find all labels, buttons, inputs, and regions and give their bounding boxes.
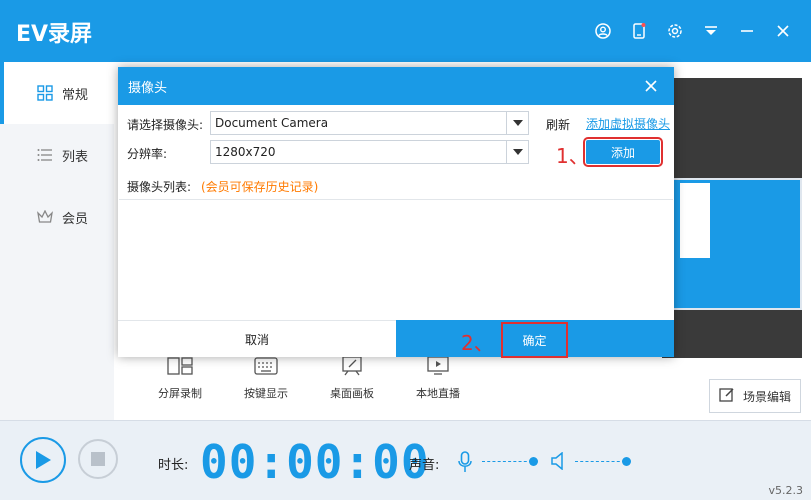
edit-icon bbox=[719, 387, 735, 406]
timer-display: 00:00:00 bbox=[200, 435, 430, 489]
tool-keyboard-display[interactable]: 按键显示 bbox=[236, 355, 296, 401]
resolution-label: 分辨率: bbox=[127, 147, 168, 161]
minimize-icon[interactable] bbox=[729, 18, 765, 44]
sidebar-item-label: 列表 bbox=[62, 149, 89, 165]
phone-icon[interactable] bbox=[621, 18, 657, 44]
sidebar-item-label: 会员 bbox=[62, 211, 89, 227]
sidebar: 常规 列表 会员 bbox=[0, 62, 114, 420]
menu-icon[interactable] bbox=[693, 18, 729, 44]
close-icon[interactable] bbox=[765, 18, 801, 44]
sidebar-item-list[interactable]: 列表 bbox=[0, 124, 114, 186]
add-virtual-camera-link[interactable]: 添加虚拟摄像头 bbox=[586, 115, 670, 132]
camera-select-value: Document Camera bbox=[215, 116, 329, 130]
tool-label: 本地直播 bbox=[416, 387, 460, 400]
keyboard-icon bbox=[236, 355, 296, 377]
sidebar-item-label: 常规 bbox=[62, 87, 89, 103]
camera-select-label: 请选择摄像头: bbox=[127, 118, 204, 132]
cancel-button[interactable]: 取消 bbox=[118, 320, 396, 357]
camera-list[interactable] bbox=[119, 199, 673, 319]
mic-volume-slider[interactable] bbox=[482, 461, 532, 463]
account-icon[interactable] bbox=[585, 18, 621, 44]
speaker-volume-knob[interactable] bbox=[622, 457, 631, 466]
tool-label: 桌面画板 bbox=[330, 387, 374, 400]
app-title: EV录屏 bbox=[16, 22, 93, 47]
title-bar: EV录屏 bbox=[0, 0, 811, 62]
step-2-annotation: 2、 bbox=[461, 331, 494, 355]
tool-split-screen[interactable]: 分屏录制 bbox=[150, 355, 210, 401]
sidebar-item-member[interactable]: 会员 bbox=[0, 186, 114, 248]
grid-icon bbox=[36, 84, 54, 102]
tool-whiteboard[interactable]: 桌面画板 bbox=[322, 355, 382, 401]
tool-bar: 分屏录制 按键显示 桌面画板 本地直播 bbox=[150, 355, 468, 401]
resolution-select[interactable]: 1280x720 bbox=[210, 140, 529, 164]
microphone-icon[interactable] bbox=[458, 451, 472, 477]
tool-live-stream[interactable]: 本地直播 bbox=[408, 355, 468, 401]
scene-edit-button[interactable]: 场景编辑 bbox=[709, 379, 801, 413]
settings-icon[interactable] bbox=[657, 18, 693, 44]
tool-label: 分屏录制 bbox=[158, 387, 202, 400]
dialog-header: 摄像头 bbox=[118, 67, 674, 105]
camera-list-label: 摄像头列表: bbox=[127, 180, 192, 194]
preview-window bbox=[680, 183, 710, 258]
record-play-button[interactable] bbox=[20, 437, 66, 483]
step-1-annotation: 1、 bbox=[556, 144, 589, 168]
bottom-bar: 时长: 00:00:00 声音: bbox=[0, 420, 811, 500]
resolution-select-value: 1280x720 bbox=[215, 145, 276, 159]
play-icon bbox=[36, 451, 51, 469]
whiteboard-icon bbox=[322, 355, 382, 377]
dialog-title: 摄像头 bbox=[128, 80, 168, 96]
split-screen-icon bbox=[150, 355, 210, 377]
scene-edit-label: 场景编辑 bbox=[742, 389, 791, 404]
dialog-footer: 取消 bbox=[118, 320, 674, 357]
stop-icon bbox=[91, 452, 105, 466]
stop-button[interactable] bbox=[78, 439, 118, 479]
add-button[interactable]: 添加 bbox=[583, 137, 663, 167]
confirm-button[interactable]: 确定 bbox=[501, 322, 568, 358]
live-stream-icon bbox=[408, 355, 468, 377]
sidebar-item-general[interactable]: 常规 bbox=[0, 62, 114, 124]
speaker-volume-slider[interactable] bbox=[575, 461, 625, 463]
list-icon bbox=[36, 146, 54, 164]
sound-label: 声音: bbox=[409, 458, 440, 473]
crown-icon bbox=[36, 208, 54, 226]
camera-select[interactable]: Document Camera bbox=[210, 111, 529, 135]
tool-label: 按键显示 bbox=[244, 387, 288, 400]
refresh-link[interactable]: 刷新 bbox=[546, 116, 570, 133]
dropdown-arrow-icon[interactable] bbox=[506, 112, 528, 134]
camera-list-note: (会员可保存历史记录) bbox=[201, 180, 319, 194]
version-label: v5.2.3 bbox=[768, 484, 804, 497]
duration-label: 时长: bbox=[158, 458, 189, 473]
mic-volume-knob[interactable] bbox=[529, 457, 538, 466]
dialog-close-icon[interactable] bbox=[640, 75, 662, 97]
dropdown-arrow-icon[interactable] bbox=[506, 141, 528, 163]
speaker-icon[interactable] bbox=[551, 451, 567, 474]
